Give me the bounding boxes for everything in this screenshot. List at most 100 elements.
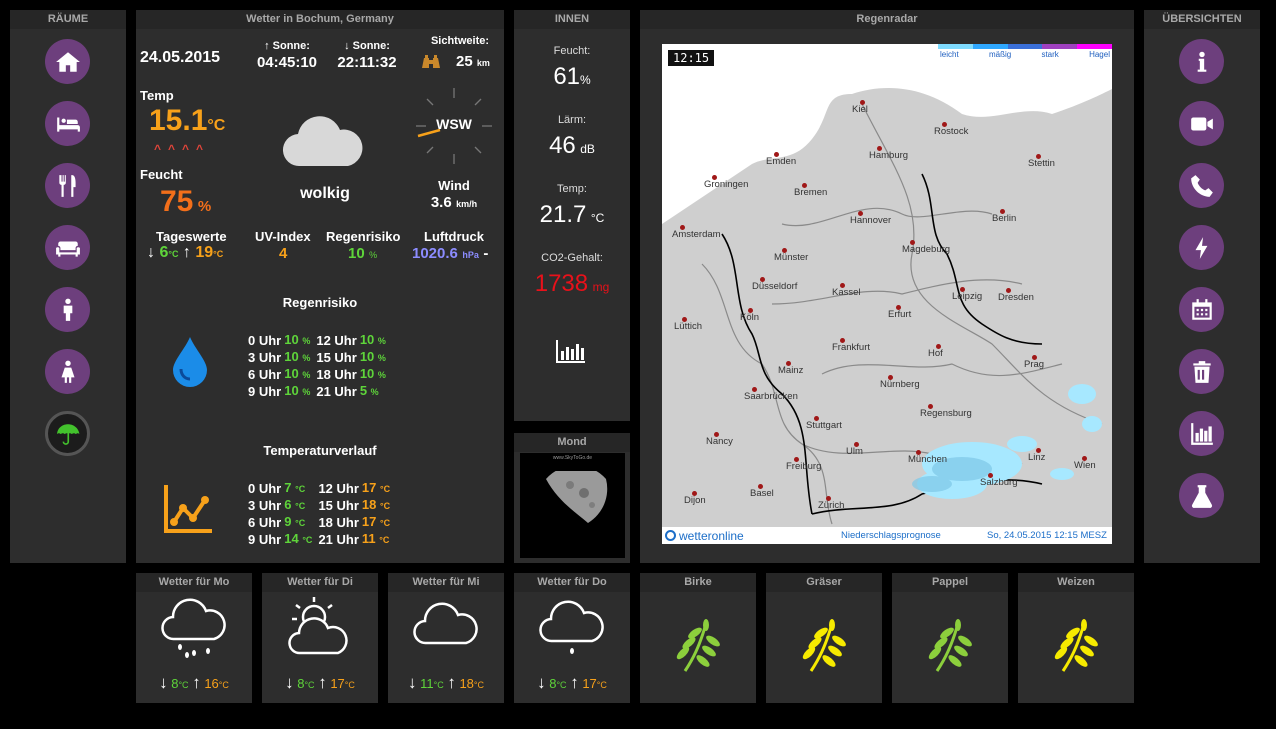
room-female-button[interactable] bbox=[45, 349, 90, 394]
overview-lab-button[interactable] bbox=[1179, 473, 1224, 518]
rain-value: 10 % bbox=[284, 383, 316, 400]
inside-panel: INNEN Feucht: 61% Lärm: 46 dB Temp: 21.7… bbox=[514, 10, 630, 421]
room-weather-button[interactable] bbox=[45, 411, 90, 456]
inside-co2-unit: mg bbox=[592, 280, 610, 294]
home-icon bbox=[55, 51, 80, 72]
temp-value-unit: °C bbox=[380, 484, 391, 494]
forecast-mi-tile[interactable]: Wetter für Mi ↓ 11°C ↑ 18°C bbox=[388, 573, 504, 703]
rain-value: 10 % bbox=[284, 366, 316, 383]
camera-icon bbox=[1190, 117, 1213, 130]
radar-legend: leicht mäßig stark Hagel bbox=[938, 44, 1112, 62]
rain-time: 15 Uhr bbox=[316, 349, 357, 365]
forecast-mi-min: 11 bbox=[420, 676, 434, 691]
legend-hail: Hagel bbox=[1089, 50, 1110, 59]
room-dining-button[interactable] bbox=[45, 163, 90, 208]
temp-value: 15.1 bbox=[149, 104, 208, 137]
overview-phone-button[interactable] bbox=[1179, 163, 1224, 208]
humidity-unit: % bbox=[197, 198, 212, 215]
rainrisk-label: Regenrisiko bbox=[326, 229, 401, 244]
temp-value-unit: °C bbox=[379, 535, 390, 545]
inside-humidity: 61 bbox=[553, 63, 581, 90]
rain-value: 10 % bbox=[360, 349, 392, 366]
overview-calendar-button[interactable] bbox=[1179, 287, 1224, 332]
male-icon bbox=[63, 298, 72, 321]
info-icon bbox=[1197, 51, 1206, 72]
phone-icon bbox=[1190, 174, 1213, 197]
city-label: Nancy bbox=[706, 436, 733, 447]
rain-row: 0 Uhr 10 % 12 Uhr 10 % bbox=[248, 332, 392, 349]
inside-chart-icon[interactable] bbox=[556, 339, 586, 363]
temp-value-unit: °C bbox=[295, 501, 306, 511]
pollen-birke-tile[interactable]: Birke bbox=[640, 573, 756, 703]
city-label: Stuttgart bbox=[806, 420, 842, 431]
wind-speed: 3.6 bbox=[430, 194, 452, 211]
sunset-block: ↓ Sonne: 22:11:32 bbox=[332, 40, 402, 71]
city-label: Kiel bbox=[852, 104, 868, 115]
forecast-di-tile[interactable]: Wetter für Di ↓ 8°C ↑ 17°C bbox=[262, 573, 378, 703]
trash-icon bbox=[1192, 360, 1211, 383]
legend-light: leicht bbox=[940, 50, 959, 59]
wind-direction: WSW bbox=[436, 116, 472, 132]
rain-value: 10 % bbox=[360, 332, 392, 349]
radar-map[interactable]: 12:15 leicht mäßig stark Hagel Kiel Rosto… bbox=[662, 44, 1112, 544]
city-label: Berlin bbox=[992, 213, 1017, 224]
rain-value-unit: % bbox=[302, 387, 311, 397]
inside-co2-label: CO2-Gehalt: bbox=[541, 252, 603, 264]
overview-energy-button[interactable] bbox=[1179, 225, 1224, 270]
overview-trash-button[interactable] bbox=[1179, 349, 1224, 394]
forecast-di-max-unit: °C bbox=[344, 680, 355, 690]
day-max: 19 bbox=[195, 244, 214, 261]
inside-temp-unit: °C bbox=[590, 211, 605, 225]
wind-unit: km/h bbox=[456, 199, 478, 209]
temp-row: 9 Uhr 14 °C 21 Uhr 11 °C bbox=[248, 531, 396, 548]
forecast-di-temps: ↓ 8°C ↑ 17°C bbox=[262, 673, 378, 693]
weather-panel: Wetter in Bochum, Germany 24.05.2015 ↑ S… bbox=[136, 10, 504, 563]
sunset-label: Sonne: bbox=[352, 40, 390, 52]
pollen-graeser-tile[interactable]: Gräser bbox=[766, 573, 882, 703]
arrow-down-icon: ↓ bbox=[344, 40, 350, 52]
overview-info-button[interactable] bbox=[1179, 39, 1224, 84]
room-male-button[interactable] bbox=[45, 287, 90, 332]
temp-value-number: 9 bbox=[284, 514, 292, 529]
rain-value-unit: % bbox=[302, 370, 311, 380]
sunrise-time: 04:45:10 bbox=[256, 54, 318, 71]
city-label: Frankfurt bbox=[832, 342, 871, 353]
brand-name: wetteronline bbox=[679, 528, 744, 543]
forecast-mi-min-unit: °C bbox=[433, 680, 444, 690]
rain-value-number: 10 bbox=[284, 349, 299, 364]
forecast-mo-tile[interactable]: Wetter für Mo ↓ 8°C ↑ 16°C bbox=[136, 573, 252, 703]
room-living-button[interactable] bbox=[45, 225, 90, 270]
city-label: Hamburg bbox=[869, 150, 909, 161]
temp-unit: °C bbox=[207, 117, 226, 134]
pressure-label: Luftdruck bbox=[424, 229, 484, 244]
room-home-button[interactable] bbox=[45, 39, 90, 84]
arrow-up-icon: ↑ bbox=[570, 673, 579, 692]
leaf-icon bbox=[676, 619, 720, 672]
pollen-weizen-tile[interactable]: Weizen bbox=[1018, 573, 1134, 703]
rain-value-number: 10 bbox=[359, 366, 375, 381]
radar-time: 12:15 bbox=[668, 50, 715, 66]
rain-value-number: 5 bbox=[359, 383, 368, 398]
inside-temp: 21.7 bbox=[539, 201, 587, 228]
temp-value: 17 °C bbox=[362, 480, 396, 497]
temp-time: 3 Uhr bbox=[248, 497, 282, 513]
overview-stats-button[interactable] bbox=[1179, 411, 1224, 456]
inside-noise: 46 bbox=[549, 132, 576, 159]
city-label: Köln bbox=[740, 312, 760, 323]
forecast-do-tile[interactable]: Wetter für Do ↓ 8°C ↑ 17°C bbox=[514, 573, 630, 703]
pollen-pappel-tile[interactable]: Pappel bbox=[892, 573, 1008, 703]
temp-time: 12 Uhr bbox=[318, 480, 359, 496]
rain-value-number: 10 bbox=[284, 383, 299, 398]
temp-value: 7 °C bbox=[284, 480, 318, 497]
forecast-mo-min-unit: °C bbox=[178, 680, 189, 690]
room-bedroom-button[interactable] bbox=[45, 101, 90, 146]
city-label: Basel bbox=[750, 488, 774, 499]
forecast-mi-title: Wetter für Mi bbox=[388, 573, 504, 592]
city-label: Hof bbox=[928, 348, 943, 359]
flask-icon bbox=[1191, 484, 1212, 508]
rain-value-unit: % bbox=[377, 353, 386, 363]
visibility-unit: km bbox=[476, 58, 490, 68]
city-label: Nürnberg bbox=[880, 379, 920, 390]
city-label: Amsterdam bbox=[672, 229, 721, 240]
overview-camera-button[interactable] bbox=[1179, 101, 1224, 146]
